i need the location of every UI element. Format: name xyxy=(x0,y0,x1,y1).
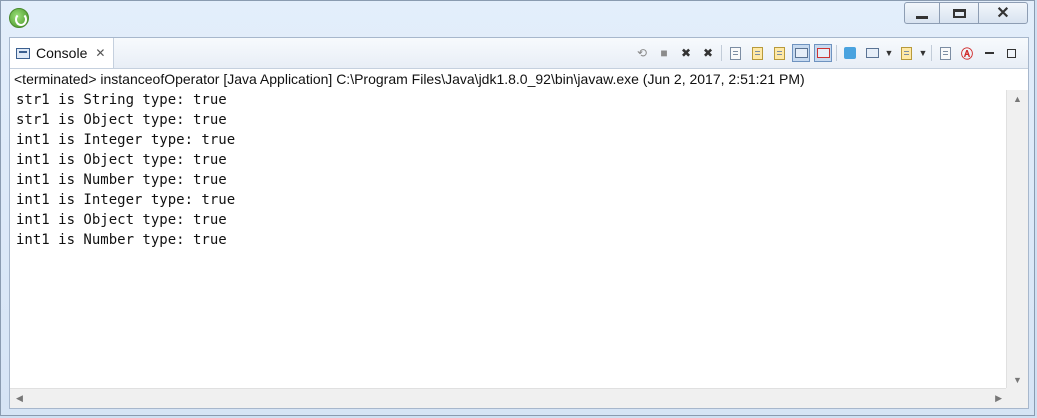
close-window-button[interactable]: ✕ xyxy=(978,2,1028,24)
toolbar-separator xyxy=(931,45,932,61)
open-console-icon[interactable] xyxy=(897,44,915,62)
tab-console-label: Console xyxy=(36,45,88,61)
close-icon: ✕ xyxy=(996,5,1010,22)
view-tab-bar: Console ✕ ⟲ ■ ✖ ✖ ▼ ▼ Ⓐ xyxy=(10,38,1028,69)
eclipse-window: ✕ Console ✕ ⟲ ■ ✖ ✖ ▼ ▼ Ⓐ <terminated> i… xyxy=(0,0,1035,416)
output-line: int1 is Integer type: true xyxy=(16,132,236,148)
process-status: <terminated> instanceofOperator [Java Ap… xyxy=(14,71,805,87)
show-on-stderr-icon[interactable] xyxy=(814,44,832,62)
maximize-view-icon[interactable] xyxy=(1002,44,1020,62)
minimize-icon xyxy=(916,15,928,19)
scroll-up-icon[interactable]: ▲ xyxy=(1013,94,1022,104)
scroll-right-icon[interactable]: ▶ xyxy=(995,393,1002,404)
maximize-icon xyxy=(952,8,966,18)
console-icon xyxy=(16,47,30,59)
minimize-view-icon[interactable] xyxy=(980,44,998,62)
display-selected-console-icon[interactable] xyxy=(863,44,881,62)
pin-console-icon[interactable] xyxy=(841,44,859,62)
vertical-scrollbar[interactable]: ▲ ▼ xyxy=(1006,90,1028,389)
word-wrap-icon[interactable] xyxy=(770,44,788,62)
output-line: int1 is Integer type: true xyxy=(16,192,236,208)
output-line: int1 is Object type: true xyxy=(16,152,227,168)
minimize-window-button[interactable] xyxy=(904,2,940,24)
remove-all-terminated-icon[interactable]: ✖ xyxy=(677,44,695,62)
scroll-down-icon[interactable]: ▼ xyxy=(1013,375,1022,385)
toolbar-separator xyxy=(721,45,722,61)
window-controls: ✕ xyxy=(904,2,1028,24)
link-icon[interactable]: Ⓐ xyxy=(958,44,976,62)
spring-app-icon xyxy=(9,8,29,28)
output-line: int1 is Number type: true xyxy=(16,232,227,248)
terminate-icon[interactable]: ■ xyxy=(655,44,673,62)
title-bar: ✕ xyxy=(1,1,1034,35)
chevron-down-icon[interactable]: ▼ xyxy=(919,44,928,62)
scroll-lock-icon[interactable] xyxy=(748,44,766,62)
console-output[interactable]: str1 is String type: true str1 is Object… xyxy=(10,90,1006,389)
horizontal-scrollbar[interactable]: ◀ ▶ xyxy=(10,388,1008,408)
remove-launch-icon[interactable]: ⟲ xyxy=(633,44,651,62)
toolbar-separator xyxy=(836,45,837,61)
remove-launch-x-icon[interactable]: ✖ xyxy=(699,44,717,62)
view-menu-icon[interactable] xyxy=(936,44,954,62)
scroll-left-icon[interactable]: ◀ xyxy=(16,393,23,404)
output-line: int1 is Object type: true xyxy=(16,212,227,228)
console-toolbar: ⟲ ■ ✖ ✖ ▼ ▼ Ⓐ xyxy=(633,43,1020,63)
output-line: str1 is Object type: true xyxy=(16,112,227,128)
clear-console-icon[interactable] xyxy=(726,44,744,62)
output-line: int1 is Number type: true xyxy=(16,172,227,188)
chevron-down-icon[interactable]: ▼ xyxy=(885,44,894,62)
maximize-window-button[interactable] xyxy=(940,2,978,24)
scrollbar-corner xyxy=(1006,388,1028,408)
show-on-stdout-icon[interactable] xyxy=(792,44,810,62)
tab-console[interactable]: Console ✕ xyxy=(10,38,114,68)
output-line: str1 is String type: true xyxy=(16,92,227,108)
tab-close-icon[interactable]: ✕ xyxy=(95,46,105,60)
console-view: Console ✕ ⟲ ■ ✖ ✖ ▼ ▼ Ⓐ <terminated> ins… xyxy=(9,37,1029,409)
